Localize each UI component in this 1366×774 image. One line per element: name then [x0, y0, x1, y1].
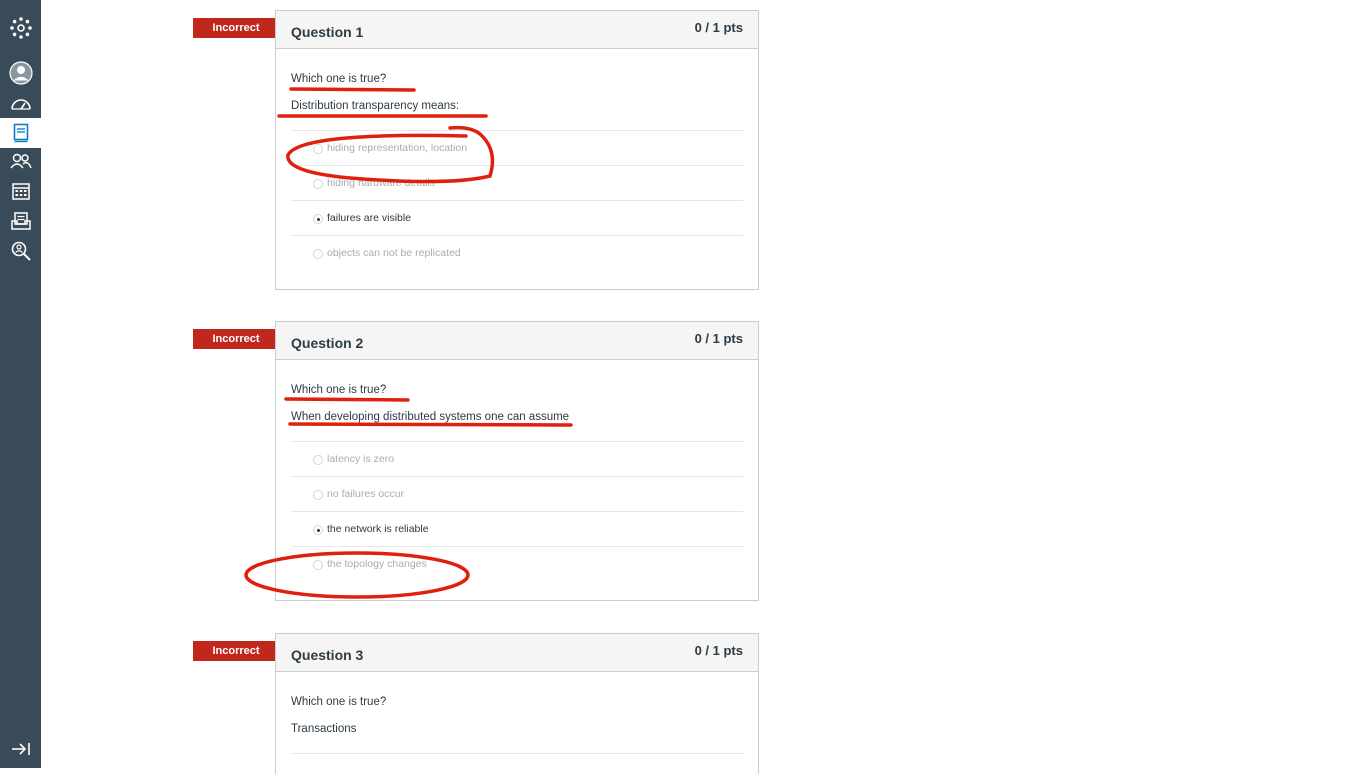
answer-option[interactable]: hiding representation, location [291, 131, 743, 166]
question-points: 0 / 1 pts [694, 643, 743, 658]
question-stem: When developing distributed systems one … [291, 411, 570, 423]
answer-label: hiding hardware details [327, 177, 435, 189]
inbox-icon[interactable] [0, 206, 41, 236]
account-icon[interactable] [0, 58, 41, 88]
radio-button[interactable] [313, 490, 323, 500]
incorrect-flag: Incorrect [193, 329, 287, 349]
answer-option[interactable]: hiding hardware details [291, 166, 743, 201]
question-prompt: Which one is true? [291, 73, 387, 85]
incorrect-flag: Incorrect [193, 641, 287, 661]
incorrect-flag-label: Incorrect [212, 22, 260, 34]
answer-list [291, 753, 743, 754]
answer-list: latency is zero no failures occur the ne… [291, 441, 743, 581]
question-points: 0 / 1 pts [694, 331, 743, 346]
question-2: Incorrect Question 2 0 / 1 pts Which one… [193, 321, 759, 601]
question-body: Which one is true? Transactions [276, 689, 758, 754]
question-card: Question 3 0 / 1 pts Which one is true? … [275, 633, 759, 774]
collapse-icon[interactable] [0, 734, 41, 764]
answer-label: failures are visible [327, 212, 412, 224]
question-body: Which one is true? When developing distr… [276, 377, 758, 581]
answer-label: objects can not be replicated [327, 247, 461, 259]
calendar-icon[interactable] [0, 176, 41, 206]
question-prompt: Which one is true? [291, 384, 387, 396]
incorrect-flag: Incorrect [193, 18, 287, 38]
question-card: Question 1 0 / 1 pts Which one is true? … [275, 10, 759, 290]
answer-label: no failures occur [327, 488, 405, 500]
help-icon[interactable] [0, 236, 41, 266]
question-card: Question 2 0 / 1 pts Which one is true? … [275, 321, 759, 601]
question-stem: Transactions [291, 723, 357, 735]
radio-button[interactable] [313, 179, 323, 189]
question-stem: Distribution transparency means: [291, 100, 460, 112]
radio-button[interactable] [313, 455, 323, 465]
answer-label: hiding representation, location [327, 142, 468, 154]
question-title: Question 3 [291, 647, 364, 663]
radio-button-selected[interactable] [313, 214, 323, 224]
question-prompt: Which one is true? [291, 696, 387, 708]
question-header: Question 2 0 / 1 pts [276, 322, 758, 360]
answer-option-selected[interactable]: failures are visible [291, 201, 743, 236]
answer-option[interactable]: no failures occur [291, 477, 743, 512]
question-title: Question 2 [291, 335, 364, 351]
radio-button[interactable] [313, 249, 323, 259]
answer-option[interactable]: latency is zero [291, 442, 743, 477]
dashboard-icon[interactable] [0, 89, 41, 119]
answer-label: the network is reliable [327, 523, 429, 535]
radio-button[interactable] [313, 560, 323, 570]
radio-button-selected[interactable] [313, 525, 323, 535]
question-1: Incorrect Question 1 0 / 1 pts Which one… [193, 10, 759, 290]
courses-icon[interactable] [0, 118, 41, 148]
question-title: Question 1 [291, 24, 364, 40]
question-body: Which one is true? Distribution transpar… [276, 66, 758, 270]
canvas-logo-icon[interactable] [0, 13, 41, 43]
incorrect-flag-label: Incorrect [212, 333, 260, 345]
answer-option[interactable]: the topology changes [291, 547, 743, 581]
groups-icon[interactable] [0, 146, 41, 176]
answer-label: latency is zero [327, 453, 395, 465]
question-header: Question 3 0 / 1 pts [276, 634, 758, 672]
incorrect-flag-label: Incorrect [212, 645, 260, 657]
question-points: 0 / 1 pts [694, 20, 743, 35]
radio-button[interactable] [313, 144, 323, 154]
answer-option[interactable]: objects can not be replicated [291, 236, 743, 270]
question-header: Question 1 0 / 1 pts [276, 11, 758, 49]
question-3: Incorrect Question 3 0 / 1 pts Which one… [193, 633, 759, 774]
answer-list: hiding representation, location hiding h… [291, 130, 743, 270]
answer-option-selected[interactable]: the network is reliable [291, 512, 743, 547]
global-navigation [0, 0, 41, 768]
answer-label: the topology changes [327, 558, 427, 570]
